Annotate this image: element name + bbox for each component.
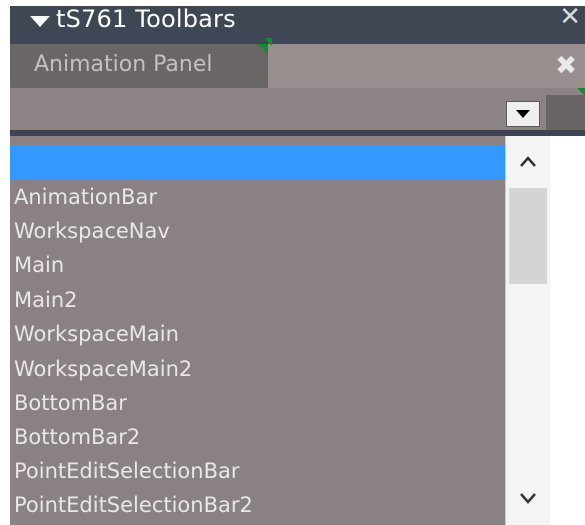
toolbars-window: tS761 Toolbars ✕ Animation Panel ✖ Anima… (0, 0, 585, 525)
list-item[interactable]: PointEditSelectionBar2 (10, 488, 505, 522)
list-item[interactable]: Main2 (10, 283, 505, 317)
panel-close-button[interactable]: ✖ (555, 52, 577, 80)
list-item[interactable]: WorkspaceMain2 (10, 352, 505, 386)
chevron-down-icon (520, 493, 536, 504)
scroll-thumb[interactable] (509, 188, 547, 284)
side-corner-marker (577, 88, 585, 96)
list-item[interactable]: WorkspaceMain (10, 317, 505, 351)
toolbar-combobox[interactable] (10, 88, 585, 130)
list-item[interactable]: BottomBar2 (10, 420, 505, 454)
list-scrollbar[interactable] (505, 136, 550, 525)
tab-animation-panel-label: Animation Panel (34, 52, 213, 77)
title-corner-marker (264, 38, 272, 46)
list-item[interactable] (10, 145, 505, 179)
chevron-down-icon (516, 110, 530, 118)
list-item[interactable]: AnimationBar (10, 180, 505, 214)
list-item[interactable]: Main (10, 248, 505, 282)
scroll-up-button[interactable] (506, 144, 551, 178)
chevron-up-icon (520, 156, 536, 167)
scroll-down-button[interactable] (506, 482, 551, 516)
list-item[interactable]: BottomBar (10, 386, 505, 420)
window-margin (550, 136, 585, 525)
combobox-side-panel (546, 95, 585, 130)
window-close-button[interactable]: ✕ (559, 2, 581, 32)
combobox-dropdown-button[interactable] (506, 101, 540, 127)
list-item[interactable]: WorkspaceNav (10, 214, 505, 248)
toolbar-list[interactable]: AnimationBar WorkspaceNav Main Main2 Wor… (10, 136, 505, 525)
list-item[interactable]: PointEditSelectionBar (10, 454, 505, 488)
window-title: tS761 Toolbars (56, 5, 236, 33)
collapse-caret-icon[interactable] (30, 16, 50, 27)
